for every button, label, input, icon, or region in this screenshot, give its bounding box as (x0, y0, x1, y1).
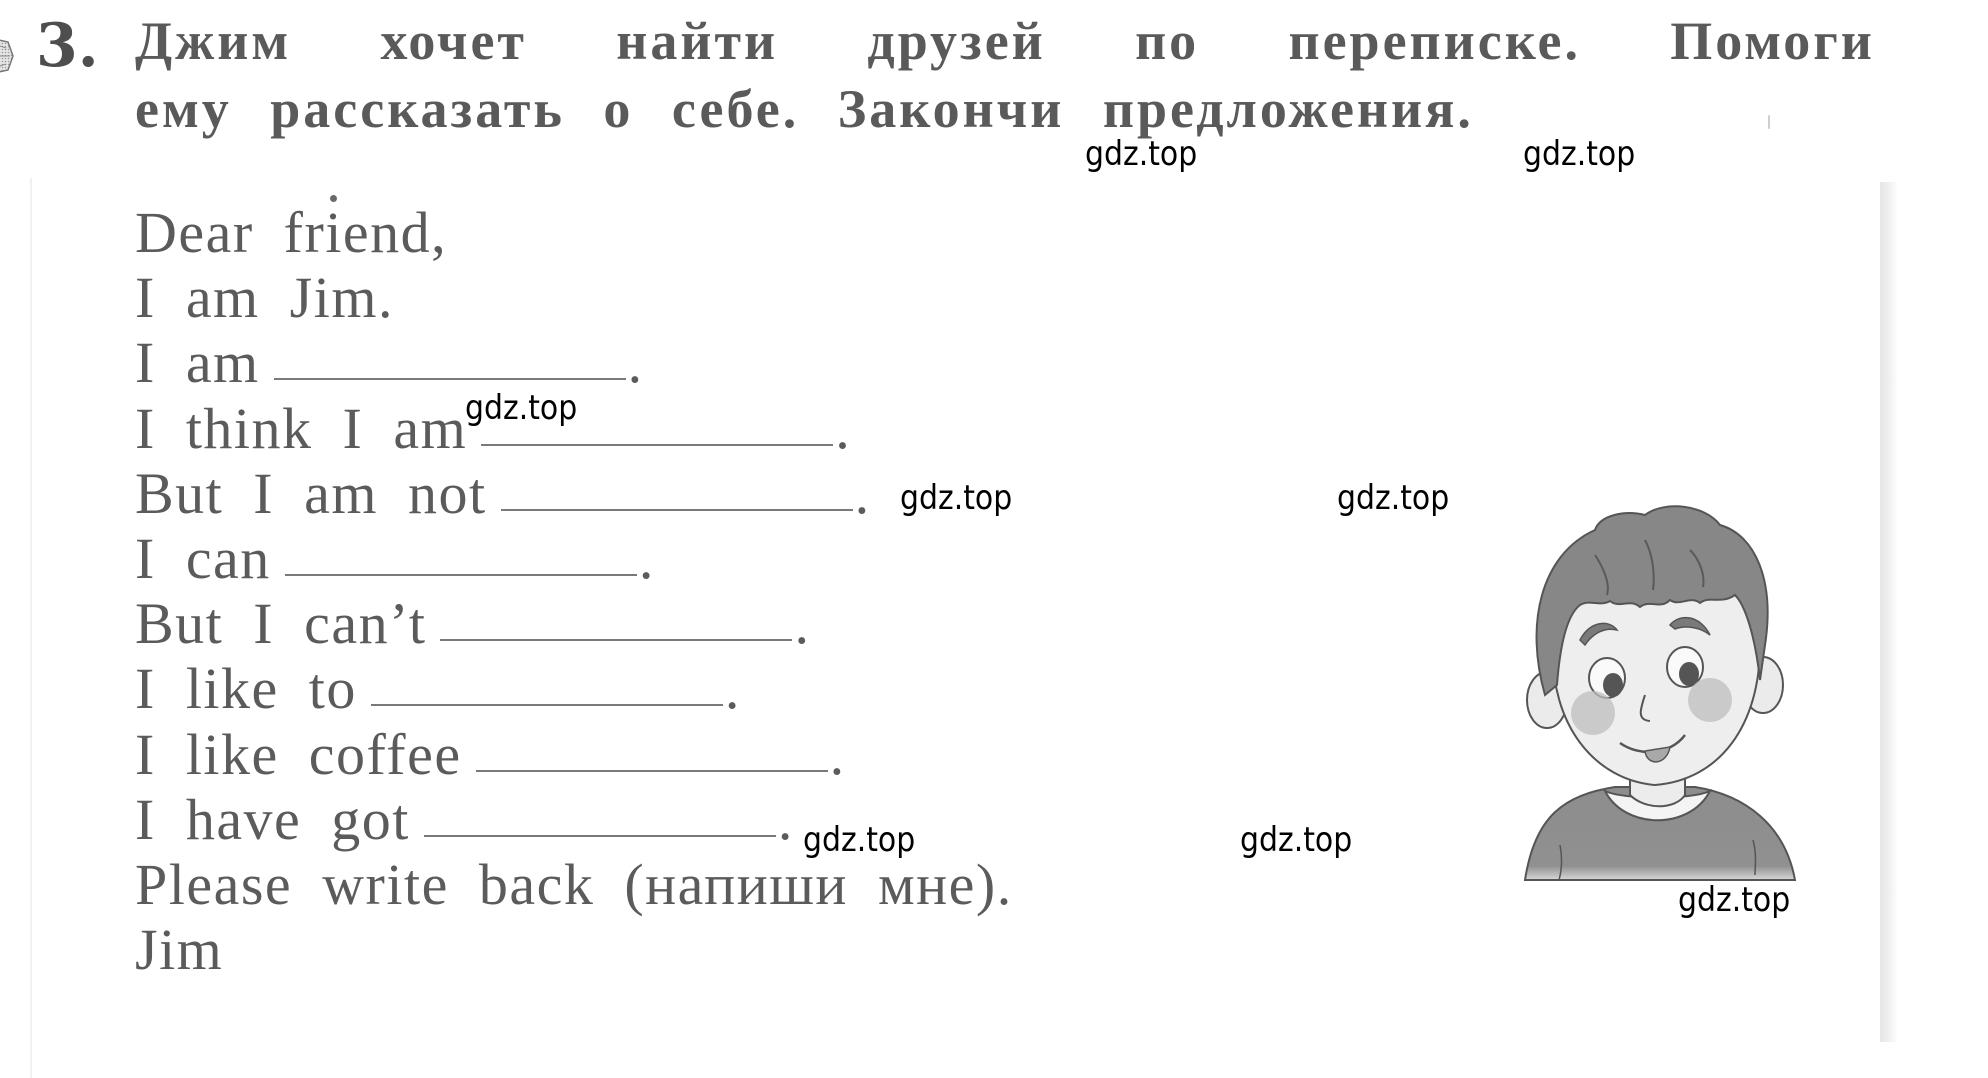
letter-line-i-like-to: I like to. (135, 656, 1013, 721)
letter-body: Dear friend, I am Jim. I am. I think I a… (135, 200, 1013, 982)
watermark: gdz.top (1523, 134, 1636, 174)
watermark: gdz.top (900, 478, 1013, 518)
instruction-word: друзей (867, 11, 1046, 71)
instruction-word: переписке. (1288, 11, 1581, 71)
letter-line-signature: Jim (135, 917, 1013, 982)
letter-line-name: I am Jim. (135, 265, 1013, 330)
letter-frame-shadow (1880, 182, 1898, 1042)
letter-text: Jim (135, 917, 224, 983)
answer-blank[interactable] (500, 508, 853, 511)
period: . (794, 591, 809, 657)
answer-blank[interactable] (284, 573, 637, 576)
period: . (724, 656, 740, 722)
letter-line-i-like-coffee: I like coffee. (135, 722, 1013, 787)
letter-text: I have got (135, 786, 410, 852)
letter-text: But I can’t (135, 591, 427, 657)
instruction-word: Джим (135, 11, 292, 71)
instruction-word: Помоги (1670, 11, 1875, 71)
letter-text: I am (135, 330, 260, 396)
letter-text: I like coffee (135, 721, 462, 787)
letter-text: Please write back (напиши мне). (135, 851, 1013, 917)
exercise-marker-icon (0, 36, 14, 76)
watermark: gdz.top (803, 820, 916, 860)
letter-line-but-i-am-not: But I am not. (135, 461, 1013, 526)
letter-text: I think I am (135, 395, 468, 461)
period: . (854, 460, 870, 526)
period: . (627, 330, 643, 396)
letter-text: I can (135, 525, 271, 591)
letter-line-greeting: Dear friend, (135, 200, 1013, 265)
instruction-line-2: ему рассказать о себе. Закончи предложен… (135, 79, 1474, 139)
period: . (829, 721, 845, 787)
instruction-line-1: Джим хочет найти друзей по переписке. По… (135, 8, 1875, 74)
exercise-number: 3. (36, 11, 99, 81)
watermark: gdz.top (1240, 820, 1353, 860)
letter-text: But I am not (135, 460, 487, 526)
letter-line-i-am: I am. (135, 330, 1013, 395)
answer-blank[interactable] (370, 704, 723, 707)
watermark: gdz.top (1085, 134, 1198, 174)
instruction-word: найти (616, 11, 779, 71)
print-speck (1768, 115, 1770, 129)
answer-blank[interactable] (273, 378, 626, 381)
period: . (835, 395, 850, 461)
period: . (638, 525, 654, 591)
answer-blank[interactable] (475, 769, 828, 772)
boy-illustration (1505, 495, 1805, 895)
watermark: gdz.top (1678, 880, 1791, 920)
letter-text: I like to (135, 656, 357, 722)
answer-blank[interactable] (440, 639, 793, 642)
instruction-word: хочет (380, 11, 527, 71)
period: . (777, 786, 793, 852)
letter-line-but-i-cant: But I can’t. (135, 591, 1013, 656)
answer-blank[interactable] (423, 834, 776, 837)
letter-line-i-can: I can. (135, 526, 1013, 591)
letter-line-please-write-back: Please write back (напиши мне). (135, 852, 1013, 917)
letter-text: Dear friend, (135, 200, 448, 265)
watermark: gdz.top (465, 388, 578, 428)
watermark: gdz.top (1337, 478, 1450, 518)
letter-text: I am Jim. (135, 265, 394, 331)
answer-blank[interactable] (481, 443, 834, 446)
instruction-word: по (1135, 11, 1200, 71)
